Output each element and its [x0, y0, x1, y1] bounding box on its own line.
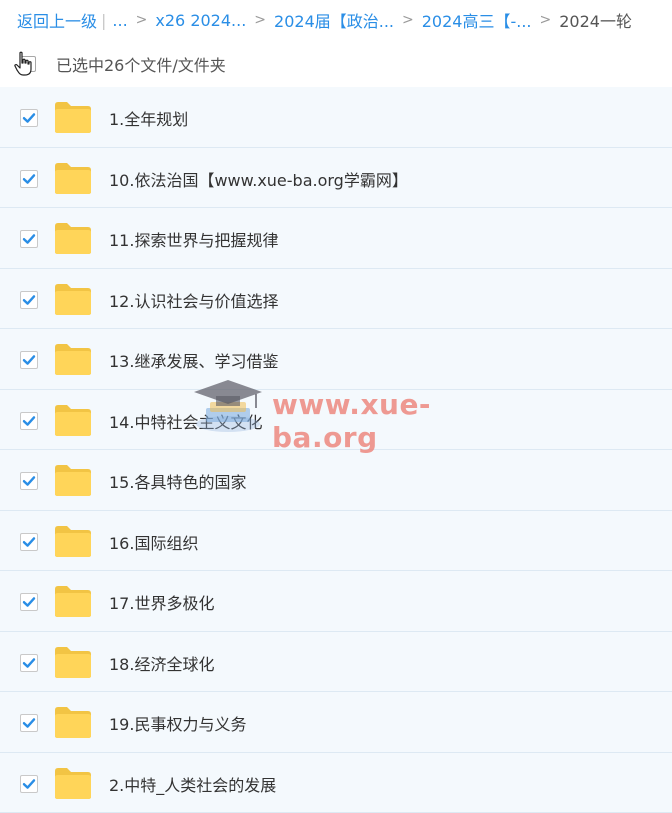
checkmark-icon [22, 414, 36, 428]
file-row[interactable]: 11.探索世界与把握规律 [0, 208, 672, 269]
row-checkbox[interactable] [20, 775, 38, 793]
file-row[interactable]: 16.国际组织 [0, 511, 672, 572]
breadcrumb-separator: | [101, 11, 106, 30]
file-name[interactable]: 1.全年规划 [109, 106, 188, 130]
folder-icon [54, 646, 92, 679]
checkmark-icon [22, 535, 36, 549]
checkmark-icon [22, 595, 36, 609]
file-name[interactable]: 18.经济全球化 [109, 651, 214, 675]
selection-count-text: 已选中26个文件/文件夹 [56, 52, 226, 76]
breadcrumb-item-3[interactable]: 2024高三【-... [422, 8, 532, 32]
file-row[interactable]: 14.中特社会主义文化 [0, 390, 672, 451]
chevron-right-icon: > [402, 12, 414, 28]
checkmark-icon [22, 172, 36, 186]
row-checkbox[interactable] [20, 109, 38, 127]
breadcrumb-item-1[interactable]: x26 2024... [155, 11, 246, 30]
row-checkbox[interactable] [20, 533, 38, 551]
breadcrumb-back-link[interactable]: 返回上一级 [17, 8, 97, 32]
file-name[interactable]: 12.认识社会与价值选择 [109, 288, 278, 312]
file-name[interactable]: 19.民事权力与义务 [109, 711, 246, 735]
row-checkbox[interactable] [20, 230, 38, 248]
folder-icon [54, 464, 92, 497]
row-checkbox[interactable] [20, 170, 38, 188]
hand-cursor-icon [13, 51, 35, 77]
file-name[interactable]: 16.国际组织 [109, 530, 198, 554]
selection-bar: 已选中26个文件/文件夹 [0, 40, 672, 87]
breadcrumb: 返回上一级 | ... > x26 2024... > 2024届【政治... … [17, 0, 672, 40]
folder-icon [54, 101, 92, 134]
folder-icon [54, 706, 92, 739]
row-checkbox[interactable] [20, 714, 38, 732]
file-row[interactable]: 17.世界多极化 [0, 571, 672, 632]
file-row[interactable]: 1.全年规划 [0, 87, 672, 148]
file-name[interactable]: 15.各具特色的国家 [109, 469, 246, 493]
row-checkbox[interactable] [20, 412, 38, 430]
row-checkbox[interactable] [20, 351, 38, 369]
folder-icon [54, 525, 92, 558]
chevron-right-icon: > [254, 12, 266, 28]
checkmark-icon [22, 353, 36, 367]
checkmark-icon [22, 293, 36, 307]
folder-icon [54, 222, 92, 255]
checkmark-icon [22, 111, 36, 125]
folder-icon [54, 404, 92, 437]
folder-icon [54, 767, 92, 800]
file-name[interactable]: 2.中特_人类社会的发展 [109, 772, 276, 796]
file-row[interactable]: 13.继承发展、学习借鉴 [0, 329, 672, 390]
file-row[interactable]: 10.依法治国【www.xue-ba.org学霸网】 [0, 148, 672, 209]
file-list: 1.全年规划 10.依法治国【www.xue-ba.org学霸网】 11.探索世界与… [0, 87, 672, 813]
row-checkbox[interactable] [20, 593, 38, 611]
folder-icon [54, 283, 92, 316]
row-checkbox[interactable] [20, 291, 38, 309]
file-row[interactable]: 18.经济全球化 [0, 632, 672, 693]
checkmark-icon [22, 656, 36, 670]
checkmark-icon [22, 716, 36, 730]
breadcrumb-ellipsis[interactable]: ... [112, 11, 127, 30]
file-name[interactable]: 14.中特社会主义文化 [109, 409, 262, 433]
chevron-right-icon: > [540, 12, 552, 28]
checkmark-icon [22, 232, 36, 246]
folder-icon [54, 162, 92, 195]
breadcrumb-current: 2024一轮 [559, 8, 632, 32]
file-name[interactable]: 10.依法治国【www.xue-ba.org学霸网】 [109, 167, 408, 191]
file-row[interactable]: 12.认识社会与价值选择 [0, 269, 672, 330]
folder-icon [54, 585, 92, 618]
file-name[interactable]: 11.探索世界与把握规律 [109, 227, 278, 251]
file-row[interactable]: 19.民事权力与义务 [0, 692, 672, 753]
file-name[interactable]: 17.世界多极化 [109, 590, 214, 614]
file-row[interactable]: 2.中特_人类社会的发展 [0, 753, 672, 813]
folder-icon [54, 343, 92, 376]
chevron-right-icon: > [136, 12, 148, 28]
row-checkbox[interactable] [20, 654, 38, 672]
breadcrumb-item-2[interactable]: 2024届【政治... [274, 8, 394, 32]
checkmark-icon [22, 777, 36, 791]
file-name[interactable]: 13.继承发展、学习借鉴 [109, 348, 278, 372]
row-checkbox[interactable] [20, 472, 38, 490]
checkmark-icon [22, 474, 36, 488]
file-row[interactable]: 15.各具特色的国家 [0, 450, 672, 511]
